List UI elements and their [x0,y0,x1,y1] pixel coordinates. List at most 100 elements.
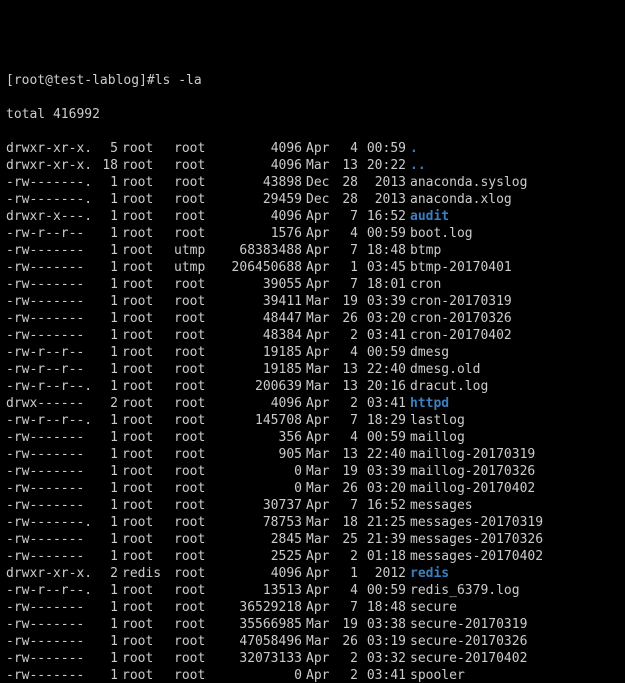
file-perm: -rw------- [6,259,94,276]
file-month: Mar [302,446,338,463]
file-month: Apr [302,395,338,412]
file-row: drwxr-x---.1rootroot4096Apr716:52audit [6,208,619,225]
file-name: lastlog [406,412,465,429]
file-day: 4 [338,429,358,446]
file-owner: root [118,293,170,310]
file-time: 03:41 [358,327,406,344]
prompt-host: test-lab [53,72,116,89]
file-size: 4096 [222,208,302,225]
file-time: 03:20 [358,310,406,327]
file-time: 03:19 [358,633,406,650]
file-perm: -rw-------. [6,514,94,531]
file-size: 29459 [222,191,302,208]
file-name: btmp-20170401 [406,259,512,276]
file-size: 206450688 [222,259,302,276]
file-name: httpd [406,395,449,412]
file-perm: -rw-r--r-- [6,344,94,361]
file-row: -rw-------.1rootroot43898Dec282013anacon… [6,174,619,191]
file-owner: root [118,650,170,667]
file-owner: root [118,225,170,242]
file-owner: root [118,191,170,208]
file-time: 03:39 [358,293,406,310]
file-time: 18:48 [358,242,406,259]
terminal[interactable]: { "prompt":{"user":"root","host":"test-l… [0,0,625,683]
file-group: root [170,412,222,429]
file-time: 18:01 [358,276,406,293]
file-perm: -rw------- [6,599,94,616]
file-day: 7 [338,497,358,514]
file-time: 03:41 [358,395,406,412]
file-day: 7 [338,599,358,616]
file-size: 0 [222,667,302,683]
file-day: 26 [338,633,358,650]
file-perm: -rw-r--r--. [6,378,94,395]
file-month: Mar [302,616,338,633]
file-name: messages-20170319 [406,514,543,531]
file-perm: drwxr-x---. [6,208,94,225]
file-row: -rw-r--r--.1rootroot200639Mar1320:16drac… [6,378,619,395]
file-links: 2 [94,565,118,582]
file-links: 1 [94,327,118,344]
file-month: Apr [302,208,338,225]
file-day: 7 [338,276,358,293]
total-line: total 416992 [6,106,619,123]
file-perm: -rw------- [6,327,94,344]
file-name: cron-20170326 [406,310,512,327]
file-day: 2 [338,650,358,667]
file-size: 4096 [222,395,302,412]
file-row: -rw-------1rootroot36529218Apr718:48secu… [6,599,619,616]
file-time: 00:59 [358,225,406,242]
file-links: 1 [94,412,118,429]
file-name: messages-20170326 [406,531,543,548]
file-size: 2525 [222,548,302,565]
file-day: 13 [338,446,358,463]
file-perm: -rw------- [6,480,94,497]
file-perm: -rw------- [6,548,94,565]
file-group: root [170,599,222,616]
file-owner: root [118,633,170,650]
file-row: -rw-r--r--1rootroot1576Apr400:59boot.log [6,225,619,242]
file-name: maillog-20170402 [406,480,535,497]
file-owner: root [118,616,170,633]
prompt-path: log [116,72,139,89]
file-month: Mar [302,514,338,531]
file-size: 43898 [222,174,302,191]
file-day: 28 [338,191,358,208]
file-month: Mar [302,293,338,310]
file-owner: root [118,599,170,616]
file-time: 03:20 [358,480,406,497]
file-links: 1 [94,616,118,633]
file-group: root [170,616,222,633]
file-perm: -rw------- [6,242,94,259]
file-perm: drwxr-xr-x. [6,565,94,582]
file-perm: -rw------- [6,463,94,480]
file-links: 1 [94,361,118,378]
file-size: 1576 [222,225,302,242]
file-time: 00:59 [358,429,406,446]
file-group: root [170,344,222,361]
file-month: Apr [302,565,338,582]
file-day: 13 [338,378,358,395]
file-links: 1 [94,650,118,667]
file-links: 1 [94,667,118,683]
file-size: 4096 [222,140,302,157]
file-group: utmp [170,242,222,259]
file-row: -rw-------.1rootroot78753Mar1821:25messa… [6,514,619,531]
file-name: messages-20170402 [406,548,543,565]
file-perm: -rw------- [6,650,94,667]
file-size: 4096 [222,565,302,582]
file-month: Apr [302,548,338,565]
file-time: 16:52 [358,208,406,225]
file-time: 2012 [358,565,406,582]
file-time: 00:59 [358,140,406,157]
file-size: 36529218 [222,599,302,616]
file-time: 03:39 [358,463,406,480]
file-links: 1 [94,463,118,480]
file-row: -rw-------1rootutmp206450688Apr103:45btm… [6,259,619,276]
file-day: 26 [338,480,358,497]
file-size: 200639 [222,378,302,395]
file-group: utmp [170,259,222,276]
file-owner: root [118,395,170,412]
file-perm: -rw-------. [6,174,94,191]
file-links: 1 [94,344,118,361]
